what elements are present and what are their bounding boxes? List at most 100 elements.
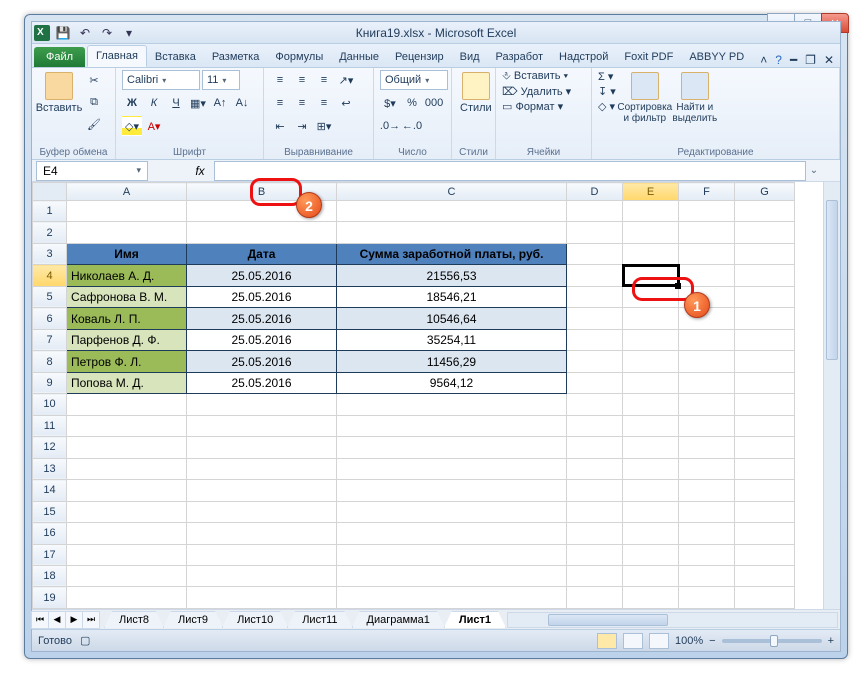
doc-restore-icon[interactable]: ❐ bbox=[805, 53, 816, 67]
cell-B8[interactable]: 25.05.2016 bbox=[187, 351, 337, 372]
merge-center-icon[interactable]: ⊞▾ bbox=[314, 116, 334, 136]
wrap-text-icon[interactable]: ↩ bbox=[336, 93, 356, 113]
cell-D10[interactable] bbox=[567, 394, 623, 415]
cell-E5[interactable] bbox=[623, 286, 679, 307]
row-header-18[interactable]: 18 bbox=[33, 565, 67, 586]
find-select-button[interactable]: Найти и выделить bbox=[674, 70, 716, 126]
cell-D9[interactable] bbox=[567, 372, 623, 393]
cell-A15[interactable] bbox=[67, 501, 187, 522]
cell-A8[interactable]: Петров Ф. Л. bbox=[67, 351, 187, 372]
col-header-E[interactable]: E bbox=[623, 183, 679, 201]
cell-A3[interactable]: Имя bbox=[67, 243, 187, 264]
tab-data[interactable]: Данные bbox=[331, 47, 387, 67]
row-header-3[interactable]: 3 bbox=[33, 243, 67, 264]
row-header-13[interactable]: 13 bbox=[33, 458, 67, 479]
cell-D6[interactable] bbox=[567, 308, 623, 329]
cell-A7[interactable]: Парфенов Д. Ф. bbox=[67, 329, 187, 350]
cell-G12[interactable] bbox=[735, 437, 795, 458]
cell-A9[interactable]: Попова М. Д. bbox=[67, 372, 187, 393]
cell-F11[interactable] bbox=[679, 415, 735, 436]
cell-C11[interactable] bbox=[337, 415, 567, 436]
cell-G16[interactable] bbox=[735, 523, 795, 544]
cell-D15[interactable] bbox=[567, 501, 623, 522]
cell-F3[interactable] bbox=[679, 243, 735, 264]
row-header-15[interactable]: 15 bbox=[33, 501, 67, 522]
grow-font-icon[interactable]: A↑ bbox=[210, 93, 230, 113]
cell-C16[interactable] bbox=[337, 523, 567, 544]
cell-G2[interactable] bbox=[735, 222, 795, 243]
cell-B19[interactable] bbox=[187, 587, 337, 609]
name-box[interactable]: E4 ▾ bbox=[36, 161, 148, 181]
align-center-icon[interactable]: ≡ bbox=[292, 93, 312, 113]
col-header-A[interactable]: A bbox=[67, 183, 187, 201]
insert-function-button[interactable]: fx bbox=[188, 162, 212, 180]
cell-F13[interactable] bbox=[679, 458, 735, 479]
tab-layout[interactable]: Разметка bbox=[204, 47, 268, 67]
cell-E6[interactable] bbox=[623, 308, 679, 329]
cells-insert-button[interactable]: ⎀ Вставить ▾ bbox=[502, 70, 568, 83]
row-header-5[interactable]: 5 bbox=[33, 286, 67, 307]
cell-E10[interactable] bbox=[623, 394, 679, 415]
cell-D19[interactable] bbox=[567, 587, 623, 609]
cell-F10[interactable] bbox=[679, 394, 735, 415]
copy-icon[interactable]: ⧉ bbox=[84, 92, 104, 112]
cell-D2[interactable] bbox=[567, 222, 623, 243]
cell-B4[interactable]: 25.05.2016 bbox=[187, 265, 337, 286]
col-header-C[interactable]: C bbox=[337, 183, 567, 201]
doc-close-icon[interactable]: ✕ bbox=[824, 53, 834, 67]
cell-A6[interactable]: Коваль Л. П. bbox=[67, 308, 187, 329]
cell-F14[interactable] bbox=[679, 480, 735, 501]
tab-file[interactable]: Файл bbox=[34, 47, 85, 67]
cell-B15[interactable] bbox=[187, 501, 337, 522]
view-page-break-icon[interactable] bbox=[649, 633, 669, 649]
horizontal-scrollbar[interactable] bbox=[507, 612, 838, 628]
row-header-10[interactable]: 10 bbox=[33, 394, 67, 415]
qat-redo-icon[interactable]: ↷ bbox=[98, 24, 116, 42]
cell-C14[interactable] bbox=[337, 480, 567, 501]
cell-G10[interactable] bbox=[735, 394, 795, 415]
cell-B16[interactable] bbox=[187, 523, 337, 544]
cell-B17[interactable] bbox=[187, 544, 337, 565]
row-header-11[interactable]: 11 bbox=[33, 415, 67, 436]
sheet-nav-first[interactable]: ⏮ bbox=[31, 611, 49, 629]
cell-C19[interactable] bbox=[337, 587, 567, 609]
font-name-combo[interactable]: Calibri▾ bbox=[122, 70, 200, 90]
cell-A18[interactable] bbox=[67, 565, 187, 586]
sheet-tab-Диаграмма1[interactable]: Диаграмма1 bbox=[352, 611, 445, 628]
qat-undo-icon[interactable]: ↶ bbox=[76, 24, 94, 42]
cell-A5[interactable]: Сафронова В. М. bbox=[67, 286, 187, 307]
cell-G15[interactable] bbox=[735, 501, 795, 522]
cell-G17[interactable] bbox=[735, 544, 795, 565]
sheet-nav-prev[interactable]: ◀ bbox=[48, 611, 66, 629]
fill-button[interactable]: ↧ ▾ bbox=[598, 85, 616, 98]
cell-G3[interactable] bbox=[735, 243, 795, 264]
font-color-button[interactable]: A▾ bbox=[144, 116, 164, 136]
col-header-D[interactable]: D bbox=[567, 183, 623, 201]
sheet-tab-Лист9[interactable]: Лист9 bbox=[163, 611, 223, 628]
cell-A10[interactable] bbox=[67, 394, 187, 415]
tab-abbyy[interactable]: ABBYY PD bbox=[681, 47, 752, 67]
zoom-out-button[interactable]: − bbox=[709, 635, 715, 647]
tab-formulas[interactable]: Формулы bbox=[267, 47, 331, 67]
cells-format-button[interactable]: ▭ Формат ▾ bbox=[502, 100, 563, 113]
cell-C10[interactable] bbox=[337, 394, 567, 415]
comma-icon[interactable]: 000 bbox=[424, 93, 444, 113]
indent-dec-icon[interactable]: ⇤ bbox=[270, 116, 290, 136]
select-all-corner[interactable] bbox=[33, 183, 67, 201]
cell-B14[interactable] bbox=[187, 480, 337, 501]
cell-B2[interactable] bbox=[187, 222, 337, 243]
cell-A4[interactable]: Николаев А. Д. bbox=[67, 265, 187, 286]
cell-F1[interactable] bbox=[679, 201, 735, 222]
help-icon[interactable]: ? bbox=[775, 53, 782, 67]
row-header-7[interactable]: 7 bbox=[33, 329, 67, 350]
cell-C15[interactable] bbox=[337, 501, 567, 522]
italic-button[interactable]: К bbox=[144, 93, 164, 113]
cell-F15[interactable] bbox=[679, 501, 735, 522]
cell-F18[interactable] bbox=[679, 565, 735, 586]
cell-E7[interactable] bbox=[623, 329, 679, 350]
cell-C4[interactable]: 21556,53 bbox=[337, 265, 567, 286]
cell-B6[interactable]: 25.05.2016 bbox=[187, 308, 337, 329]
tab-developer[interactable]: Разработ bbox=[488, 47, 551, 67]
cell-D12[interactable] bbox=[567, 437, 623, 458]
cell-B10[interactable] bbox=[187, 394, 337, 415]
